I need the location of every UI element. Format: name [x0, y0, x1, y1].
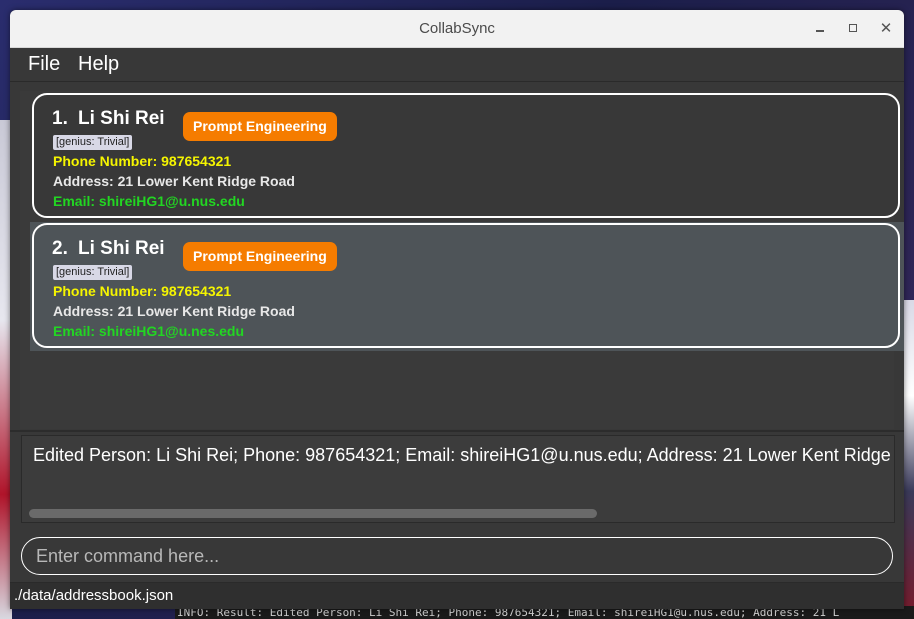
save-location-path: ./data/addressbook.json: [14, 587, 174, 604]
email-text: Email: shireiHG1@u.nus.edu: [53, 193, 245, 209]
tag-badge: Prompt Engineering: [183, 242, 337, 271]
menu-help[interactable]: Help: [78, 48, 119, 81]
close-icon: ✕: [879, 19, 893, 37]
phone-text: Phone Number: 987654321: [53, 283, 232, 299]
person-name: Li Shi Rei: [78, 108, 165, 129]
title-bar[interactable]: CollabSync ✕: [10, 10, 904, 48]
person-card-selected[interactable]: 2. Li Shi Rei Prompt Engineering [genius…: [32, 223, 900, 348]
maximize-icon: [849, 24, 857, 32]
panel-divider[interactable]: [10, 430, 904, 432]
person-name: Li Shi Rei: [78, 238, 165, 259]
command-box[interactable]: [21, 537, 893, 575]
address-text: Address: 21 Lower Kent Ridge Road: [53, 303, 295, 319]
person-list[interactable]: 1. Li Shi Rei Prompt Engineering [genius…: [20, 91, 904, 429]
menu-file[interactable]: File: [28, 48, 60, 81]
address-text: Address: 21 Lower Kent Ridge Road: [53, 173, 295, 189]
maximize-button[interactable]: [843, 18, 863, 38]
genius-label: [genius: Trivial]: [53, 265, 133, 280]
email-text: Email: shireiHG1@u.nes.edu: [53, 323, 245, 339]
phone-text: Phone Number: 987654321: [53, 153, 232, 169]
minimize-icon: [816, 30, 824, 32]
person-index: 2.: [52, 238, 68, 259]
close-button[interactable]: ✕: [876, 18, 896, 38]
minimize-button[interactable]: [810, 18, 830, 38]
result-display[interactable]: Edited Person: Li Shi Rei; Phone: 987654…: [21, 435, 895, 523]
horizontal-scrollbar[interactable]: [29, 509, 597, 518]
result-text: Edited Person: Li Shi Rei; Phone: 987654…: [33, 445, 895, 465]
app-window: CollabSync ✕ File Help 1. Li Shi Rei Pro…: [10, 10, 904, 609]
tag-badge: Prompt Engineering: [183, 112, 337, 141]
window-title: CollabSync: [419, 20, 495, 37]
status-bar: ./data/addressbook.json: [10, 582, 904, 609]
command-input[interactable]: [34, 538, 878, 575]
person-index: 1.: [52, 108, 68, 129]
menu-bar: File Help: [10, 48, 904, 82]
person-card[interactable]: 1. Li Shi Rei Prompt Engineering [genius…: [32, 93, 900, 218]
genius-label: [genius: Trivial]: [53, 135, 133, 150]
